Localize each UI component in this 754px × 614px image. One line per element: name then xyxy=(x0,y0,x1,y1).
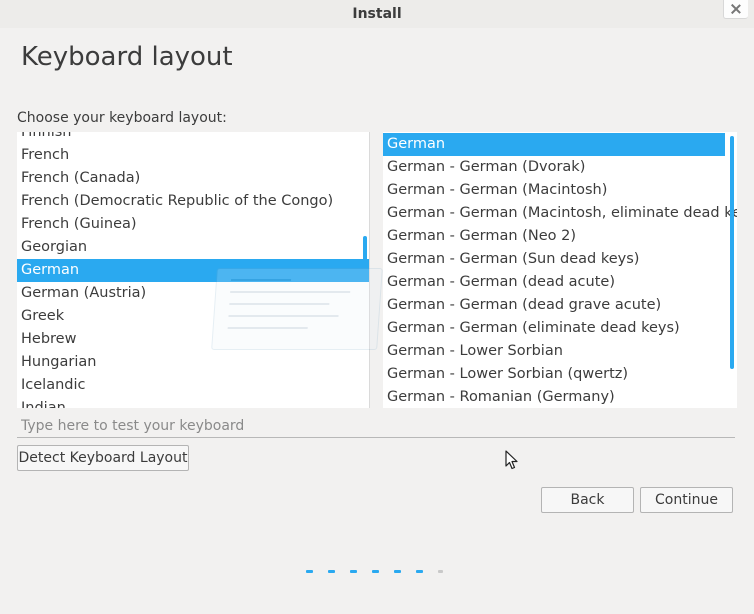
page-title: Keyboard layout xyxy=(21,42,233,72)
variant-list-item[interactable]: German xyxy=(383,133,725,156)
layout-list-item[interactable]: Greek xyxy=(17,305,369,328)
progress-dot xyxy=(350,570,357,573)
variant-list-item[interactable]: German - German (dead acute) xyxy=(383,271,737,294)
variant-list-item[interactable]: German - German (Macintosh) xyxy=(383,179,737,202)
window-titlebar: Install xyxy=(0,0,754,28)
detect-keyboard-layout-button[interactable]: Detect Keyboard Layout xyxy=(17,445,189,471)
variant-list-item[interactable]: German - German (eliminate dead keys) xyxy=(383,317,737,340)
progress-dot xyxy=(416,570,423,573)
layout-list-item[interactable]: French (Canada) xyxy=(17,167,369,190)
variant-list-item[interactable]: German - German (dead grave acute) xyxy=(383,294,737,317)
layout-list-item[interactable]: Finnish xyxy=(17,132,369,144)
variant-list[interactable]: German German - German (Dvorak) German - G… xyxy=(383,132,737,408)
layout-list-item[interactable]: German (Austria) xyxy=(17,282,369,305)
variant-list-item[interactable]: German - German (Dvorak) xyxy=(383,156,737,179)
variant-list-item[interactable]: German - German (Neo 2) xyxy=(383,225,737,248)
layout-list-item[interactable]: French (Democratic Republic of the Congo… xyxy=(17,190,369,213)
progress-dot xyxy=(438,570,443,573)
layout-list-item[interactable]: German xyxy=(17,259,369,282)
layout-list-item[interactable]: Indian xyxy=(17,397,369,408)
variant-list-scrollbar[interactable] xyxy=(730,136,734,369)
layout-list[interactable]: Finnish French French (Canada) French (Demo… xyxy=(17,132,370,408)
variant-list-item[interactable]: German - German (Macintosh, eliminate de… xyxy=(383,202,737,225)
variant-list-item[interactable]: German - Romanian (Germany) xyxy=(383,386,737,408)
layout-list-item[interactable]: Georgian xyxy=(17,236,369,259)
window-title: Install xyxy=(352,6,402,22)
progress-dot xyxy=(328,570,335,573)
install-progress-dots xyxy=(306,570,456,576)
progress-dot xyxy=(394,570,401,573)
variant-list-item[interactable]: German - Lower Sorbian xyxy=(383,340,737,363)
progress-dot xyxy=(306,570,313,573)
mouse-pointer-icon xyxy=(505,450,518,470)
progress-dot xyxy=(372,570,379,573)
keyboard-test-input[interactable] xyxy=(17,414,735,438)
variant-list-item[interactable]: German - German (Sun dead keys) xyxy=(383,248,737,271)
back-button[interactable]: Back xyxy=(541,487,634,513)
continue-button[interactable]: Continue xyxy=(640,487,733,513)
layout-list-item[interactable]: Hungarian xyxy=(17,351,369,374)
layout-list-item[interactable]: French (Guinea) xyxy=(17,213,369,236)
layout-list-scrollbar[interactable] xyxy=(363,236,367,268)
variant-list-item[interactable]: German - Lower Sorbian (qwertz) xyxy=(383,363,737,386)
layout-list-item[interactable]: French xyxy=(17,144,369,167)
close-icon[interactable] xyxy=(723,0,748,19)
layout-list-item[interactable]: Hebrew xyxy=(17,328,369,351)
choose-layout-label: Choose your keyboard layout: xyxy=(17,110,227,126)
layout-list-item[interactable]: Icelandic xyxy=(17,374,369,397)
